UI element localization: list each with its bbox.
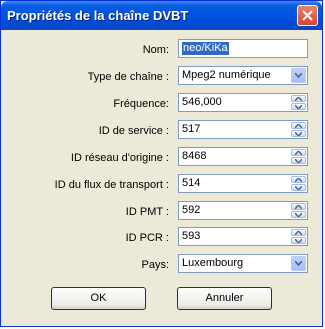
pmt-id-spin-down[interactable] bbox=[291, 211, 306, 218]
dialog-body: Nom: neo/KiKa Type de chaîne : Mpeg2 num… bbox=[4, 30, 319, 323]
arrow-down-icon bbox=[295, 239, 302, 243]
original-network-id-label: ID réseau d'origine : bbox=[70, 152, 169, 164]
channel-type-value: Mpeg2 numérique bbox=[182, 69, 271, 81]
service-id-input[interactable]: 517 bbox=[178, 120, 308, 139]
country-select[interactable]: Luxembourg bbox=[178, 254, 308, 273]
arrow-up-icon bbox=[295, 151, 302, 155]
pcr-id-value: 593 bbox=[182, 230, 201, 242]
arrow-up-icon bbox=[295, 205, 302, 209]
original-network-id-value: 8468 bbox=[182, 150, 207, 162]
dialog-window: Propriétés de la chaîne DVBT Nom: neo/Ki… bbox=[0, 0, 323, 327]
arrow-down-icon bbox=[295, 186, 302, 190]
frequency-spinner[interactable] bbox=[291, 95, 306, 110]
original-network-id-spinner[interactable] bbox=[291, 149, 306, 164]
original-network-id-spin-down[interactable] bbox=[291, 157, 306, 164]
pmt-id-spinner[interactable] bbox=[291, 203, 306, 218]
pmt-id-label: ID PMT : bbox=[125, 206, 169, 218]
country-value: Luxembourg bbox=[182, 257, 244, 269]
frequency-input[interactable]: 546,000 bbox=[178, 93, 308, 112]
channel-type-select[interactable]: Mpeg2 numérique bbox=[178, 66, 308, 85]
transport-stream-id-spin-up[interactable] bbox=[291, 176, 306, 183]
arrow-up-icon bbox=[295, 178, 302, 182]
window-title: Propriétés de la chaîne DVBT bbox=[7, 8, 189, 23]
arrow-up-icon bbox=[295, 231, 302, 235]
close-icon bbox=[302, 10, 313, 21]
service-id-spin-down[interactable] bbox=[291, 130, 306, 137]
arrow-up-icon bbox=[295, 97, 302, 101]
name-input[interactable]: neo/KiKa bbox=[178, 39, 308, 58]
arrow-down-icon bbox=[295, 159, 302, 163]
transport-stream-id-label: ID du flux de transport : bbox=[54, 179, 169, 191]
transport-stream-id-value: 514 bbox=[182, 177, 201, 189]
name-value: neo/KiKa bbox=[182, 42, 229, 55]
frequency-label: Fréquence: bbox=[113, 98, 169, 110]
service-id-label: ID de service : bbox=[98, 125, 169, 137]
transport-stream-id-input[interactable]: 514 bbox=[178, 174, 308, 193]
country-label: Pays: bbox=[141, 259, 169, 271]
pmt-id-value: 592 bbox=[182, 204, 201, 216]
chevron-down-icon bbox=[295, 261, 302, 266]
pcr-id-spin-down[interactable] bbox=[291, 237, 306, 244]
cancel-button[interactable]: Annuler bbox=[177, 287, 272, 310]
pmt-id-input[interactable]: 592 bbox=[178, 201, 308, 220]
arrow-down-icon bbox=[295, 105, 302, 109]
channel-type-dropdown-button[interactable] bbox=[291, 68, 306, 83]
pcr-id-label: ID PCR : bbox=[125, 232, 169, 244]
pcr-id-input[interactable]: 593 bbox=[178, 227, 308, 246]
pmt-id-spin-up[interactable] bbox=[291, 203, 306, 210]
arrow-down-icon bbox=[295, 132, 302, 136]
service-id-value: 517 bbox=[182, 123, 201, 135]
close-button[interactable] bbox=[297, 5, 318, 26]
name-label: Nom: bbox=[142, 44, 169, 56]
chevron-down-icon bbox=[295, 73, 302, 78]
frequency-value: 546,000 bbox=[182, 96, 222, 108]
transport-stream-id-spinner[interactable] bbox=[291, 176, 306, 191]
arrow-down-icon bbox=[295, 213, 302, 217]
pcr-id-spin-up[interactable] bbox=[291, 229, 306, 236]
frequency-spin-up[interactable] bbox=[291, 95, 306, 102]
transport-stream-id-spin-down[interactable] bbox=[291, 184, 306, 191]
channel-type-label: Type de chaîne : bbox=[87, 71, 169, 83]
frequency-spin-down[interactable] bbox=[291, 103, 306, 110]
arrow-up-icon bbox=[295, 124, 302, 128]
ok-button[interactable]: OK bbox=[51, 287, 146, 310]
service-id-spinner[interactable] bbox=[291, 122, 306, 137]
original-network-id-input[interactable]: 8468 bbox=[178, 147, 308, 166]
country-dropdown-button[interactable] bbox=[291, 256, 306, 271]
pcr-id-spinner[interactable] bbox=[291, 229, 306, 244]
title-bar[interactable]: Propriétés de la chaîne DVBT bbox=[1, 1, 322, 30]
original-network-id-spin-up[interactable] bbox=[291, 149, 306, 156]
service-id-spin-up[interactable] bbox=[291, 122, 306, 129]
